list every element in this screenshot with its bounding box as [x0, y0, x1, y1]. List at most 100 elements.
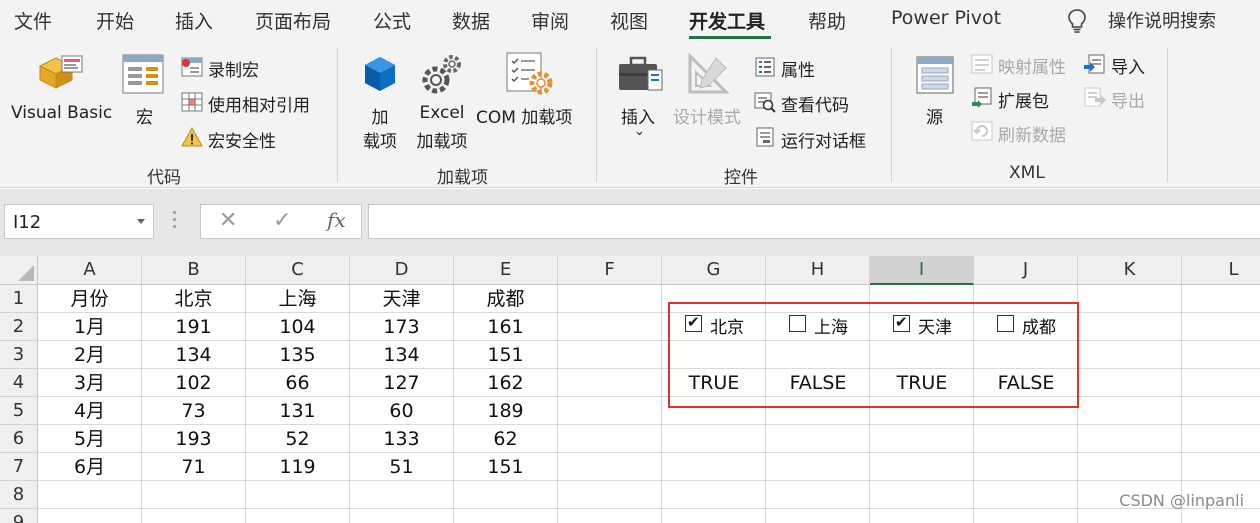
cell-l9[interactable] — [1182, 509, 1260, 523]
checkbox-box[interactable] — [997, 315, 1014, 332]
tab-data[interactable]: 数据 — [452, 7, 490, 34]
enter-icon[interactable]: ✓ — [273, 208, 291, 233]
cell-k1[interactable] — [1078, 285, 1182, 313]
cell-e3[interactable]: 151 — [454, 341, 558, 369]
cell-e2[interactable]: 161 — [454, 313, 558, 341]
cell-i6[interactable] — [870, 425, 974, 453]
cell-h9[interactable] — [766, 509, 870, 523]
cell-c9[interactable] — [246, 509, 350, 523]
row-header-3[interactable]: 3 — [0, 341, 38, 369]
insert-function-icon[interactable]: fx — [327, 208, 346, 232]
checkbox-box[interactable] — [789, 315, 806, 332]
cell-a3[interactable]: 2月 — [38, 341, 142, 369]
cell-a2[interactable]: 1月 — [38, 313, 142, 341]
cell-e1[interactable]: 成都 — [454, 285, 558, 313]
cell-k7[interactable] — [1078, 453, 1182, 481]
column-header-h[interactable]: H — [766, 256, 870, 285]
view-code-button[interactable]: 查看代码 — [781, 91, 849, 116]
cell-g8[interactable] — [662, 481, 766, 509]
checkbox-1[interactable]: ✔ 北京 — [685, 313, 765, 338]
row-header-2[interactable]: 2 — [0, 313, 38, 341]
tab-developer[interactable]: 开发工具 — [689, 7, 765, 34]
cell-d8[interactable] — [350, 481, 454, 509]
cell-d3[interactable]: 134 — [350, 341, 454, 369]
cell-b7[interactable]: 71 — [142, 453, 246, 481]
cell-k2[interactable] — [1078, 313, 1182, 341]
record-macro-button[interactable]: 录制宏 — [208, 56, 259, 81]
cell-f4[interactable] — [558, 369, 662, 397]
row-header-8[interactable]: 8 — [0, 481, 38, 509]
column-header-g[interactable]: G — [662, 256, 766, 285]
cancel-icon[interactable]: ✕ — [219, 208, 237, 233]
cell-f1[interactable] — [558, 285, 662, 313]
cell-c1[interactable]: 上海 — [246, 285, 350, 313]
cell-f3[interactable] — [558, 341, 662, 369]
cell-l3[interactable] — [1182, 341, 1260, 369]
visual-basic-button[interactable]: Visual Basic — [11, 103, 112, 123]
name-box[interactable]: I12 — [4, 204, 154, 239]
cell-d4[interactable]: 127 — [350, 369, 454, 397]
cell-f9[interactable] — [558, 509, 662, 523]
formula-input[interactable] — [368, 204, 1260, 239]
cell-l5[interactable] — [1182, 397, 1260, 425]
tab-power-pivot[interactable]: Power Pivot — [891, 7, 1001, 29]
xml-source-button[interactable]: 源 — [926, 103, 943, 128]
cell-j8[interactable] — [974, 481, 1078, 509]
cell-b9[interactable] — [142, 509, 246, 523]
cell-i8[interactable] — [870, 481, 974, 509]
addins-button-line1[interactable]: 加 — [362, 103, 398, 128]
cell-h6[interactable] — [766, 425, 870, 453]
cell-e6[interactable]: 62 — [454, 425, 558, 453]
run-dialog-button[interactable]: 运行对话框 — [781, 127, 866, 152]
cell-a4[interactable]: 3月 — [38, 369, 142, 397]
com-addins-button[interactable]: COM 加载项 — [476, 103, 572, 128]
tab-insert[interactable]: 插入 — [175, 7, 213, 34]
cell-d1[interactable]: 天津 — [350, 285, 454, 313]
cell-g9[interactable] — [662, 509, 766, 523]
relative-references-button[interactable]: 使用相对引用 — [208, 91, 310, 116]
chevron-down-icon[interactable]: ⌄ — [634, 124, 645, 139]
cell-c7[interactable]: 119 — [246, 453, 350, 481]
cell-a6[interactable]: 5月 — [38, 425, 142, 453]
cell-b3[interactable]: 134 — [142, 341, 246, 369]
column-header-k[interactable]: K — [1078, 256, 1182, 285]
cell-b8[interactable] — [142, 481, 246, 509]
cell-l4[interactable] — [1182, 369, 1260, 397]
row-header-9[interactable]: 9 — [0, 509, 38, 523]
cell-g6[interactable] — [662, 425, 766, 453]
checkbox-box[interactable]: ✔ — [893, 313, 910, 332]
map-properties-button[interactable]: 映射属性 — [998, 53, 1066, 78]
cell-a1[interactable]: 月份 — [38, 285, 142, 313]
row-header-6[interactable]: 6 — [0, 425, 38, 453]
column-header-e[interactable]: E — [454, 256, 558, 285]
cell-k3[interactable] — [1078, 341, 1182, 369]
addins-button-line2[interactable]: 载项 — [358, 127, 402, 152]
cell-c5[interactable]: 131 — [246, 397, 350, 425]
cell-b6[interactable]: 193 — [142, 425, 246, 453]
properties-button[interactable]: 属性 — [781, 56, 815, 81]
cell-f2[interactable] — [558, 313, 662, 341]
cell-h8[interactable] — [766, 481, 870, 509]
macro-security-button[interactable]: 宏安全性 — [208, 127, 276, 152]
column-header-j[interactable]: J — [974, 256, 1078, 285]
tab-help[interactable]: 帮助 — [808, 7, 846, 34]
tab-page-layout[interactable]: 页面布局 — [255, 7, 331, 34]
refresh-data-button[interactable]: 刷新数据 — [998, 121, 1066, 146]
cell-a8[interactable] — [38, 481, 142, 509]
select-all-button[interactable] — [0, 256, 38, 285]
cell-l6[interactable] — [1182, 425, 1260, 453]
cell-f8[interactable] — [558, 481, 662, 509]
cell-b4[interactable]: 102 — [142, 369, 246, 397]
tab-formulas[interactable]: 公式 — [373, 7, 411, 34]
cell-e9[interactable] — [454, 509, 558, 523]
cell-c6[interactable]: 52 — [246, 425, 350, 453]
cell-j6[interactable] — [974, 425, 1078, 453]
tab-home[interactable]: 开始 — [96, 7, 134, 34]
row-header-1[interactable]: 1 — [0, 285, 38, 313]
checkbox-2[interactable]: 上海 — [789, 313, 869, 338]
cell-b2[interactable]: 191 — [142, 313, 246, 341]
cell-c2[interactable]: 104 — [246, 313, 350, 341]
export-button[interactable]: 导出 — [1111, 87, 1145, 112]
cell-l1[interactable] — [1182, 285, 1260, 313]
cell-j9[interactable] — [974, 509, 1078, 523]
